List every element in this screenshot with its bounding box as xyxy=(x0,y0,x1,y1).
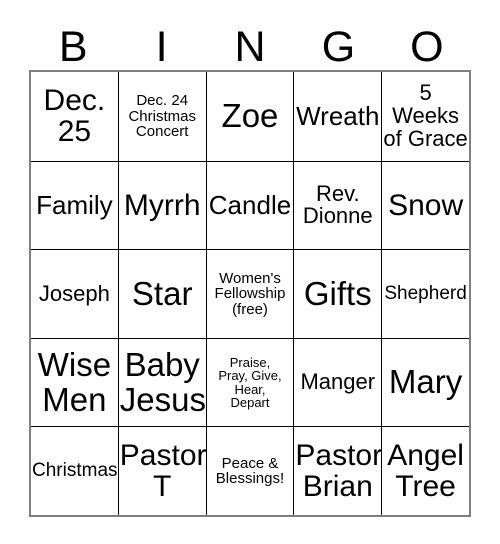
bingo-cell[interactable]: Women's Fellowship (free) xyxy=(205,249,294,338)
bingo-cell-label: Joseph xyxy=(38,280,110,306)
bingo-cell[interactable]: Shepherd xyxy=(381,249,469,338)
bingo-cell-label: Praise, Pray, Give, Hear, Depart xyxy=(218,354,282,411)
bingo-cell[interactable]: Angel Tree xyxy=(381,426,469,515)
bingo-row: Christmas Pastor T Peace & Blessings! Pa… xyxy=(31,426,469,515)
bingo-cell-label: Myrrh xyxy=(123,188,201,222)
bingo-cell[interactable]: Mary xyxy=(381,337,469,427)
bingo-cell-label: 5 Weeks of Grace xyxy=(383,79,468,151)
bingo-cell[interactable]: Dec. 25 xyxy=(31,72,118,161)
bingo-cell[interactable]: Family xyxy=(31,160,118,250)
bingo-cell[interactable]: Christmas xyxy=(31,426,118,515)
bingo-cell[interactable]: Rev. Dionne xyxy=(293,160,382,250)
bingo-cell-label: Gifts xyxy=(303,274,372,312)
bingo-cell-label: Mary xyxy=(388,363,463,401)
bingo-cell[interactable]: Wreath xyxy=(293,72,382,161)
bingo-cell-label: Zoe xyxy=(221,97,279,135)
bingo-cell-label: Dec. 25 xyxy=(43,84,106,149)
bingo-cell[interactable]: Peace & Blessings! xyxy=(205,426,294,515)
bingo-card: B I N G O Dec. 25 Dec. 24 Christmas Conc… xyxy=(0,0,500,544)
bingo-cell-label: Peace & Blessings! xyxy=(215,454,285,488)
bingo-header-letter-b: B xyxy=(58,23,88,71)
bingo-header-letter-o: O xyxy=(410,23,444,71)
bingo-cell-label: Christmas xyxy=(32,460,118,482)
bingo-cell[interactable]: Joseph xyxy=(31,249,118,338)
bingo-cell[interactable]: Pastor Brian xyxy=(293,426,382,515)
bingo-header-letter-g: G xyxy=(321,23,356,71)
bingo-row: Dec. 25 Dec. 24 Christmas Concert Zoe Wr… xyxy=(31,72,469,161)
bingo-row: Wise Men Baby Jesus Praise, Pray, Give, … xyxy=(31,337,469,427)
bingo-cell-label: Angel Tree xyxy=(387,438,464,504)
bingo-cell[interactable]: Pastor T xyxy=(117,426,206,515)
bingo-cell[interactable]: Dec. 24 Christmas Concert xyxy=(117,72,206,161)
bingo-cell[interactable]: 5 Weeks of Grace xyxy=(381,72,469,161)
bingo-cell-label: Women's Fellowship (free) xyxy=(214,269,286,318)
bingo-cell-label: Wreath xyxy=(296,100,380,131)
bingo-header-row: B I N G O xyxy=(29,20,471,70)
bingo-cell[interactable]: Gifts xyxy=(293,249,382,338)
bingo-header-letter-n: N xyxy=(234,23,266,71)
bingo-cell[interactable]: Baby Jesus xyxy=(117,337,206,427)
bingo-cell[interactable]: Candle xyxy=(205,160,294,250)
bingo-cell[interactable]: Wise Men xyxy=(31,337,118,427)
bingo-cell-label: Rev. Dionne xyxy=(302,180,373,229)
bingo-cell[interactable]: Zoe xyxy=(205,72,294,161)
bingo-cell-label: Shepherd xyxy=(384,283,467,305)
bingo-row: Joseph Star Women's Fellowship (free) Gi… xyxy=(31,249,469,338)
bingo-cell-label: Dec. 24 Christmas Concert xyxy=(128,91,196,141)
bingo-cell[interactable]: Myrrh xyxy=(117,160,206,250)
bingo-row: Family Myrrh Candle Rev. Dionne Snow xyxy=(31,160,469,250)
bingo-cell-label: Pastor Brian xyxy=(295,438,382,504)
bingo-cell-label: Snow xyxy=(388,188,464,222)
bingo-cell[interactable]: Praise, Pray, Give, Hear, Depart xyxy=(205,337,294,427)
bingo-cell-label: Star xyxy=(131,274,193,312)
bingo-cell-label: Candle xyxy=(208,189,292,220)
bingo-cell-label: Family xyxy=(36,189,113,220)
bingo-header-letter-i: I xyxy=(155,23,168,71)
bingo-cell-label: Wise Men xyxy=(37,346,112,418)
bingo-cell-label: Manger xyxy=(300,369,376,395)
bingo-grid: Dec. 25 Dec. 24 Christmas Concert Zoe Wr… xyxy=(29,70,471,517)
bingo-cell[interactable]: Manger xyxy=(293,337,382,427)
bingo-cell-label: Pastor T xyxy=(119,438,206,504)
bingo-cell[interactable]: Snow xyxy=(381,160,469,250)
bingo-cell-label: Baby Jesus xyxy=(119,346,206,418)
bingo-cell[interactable]: Star xyxy=(117,249,206,338)
